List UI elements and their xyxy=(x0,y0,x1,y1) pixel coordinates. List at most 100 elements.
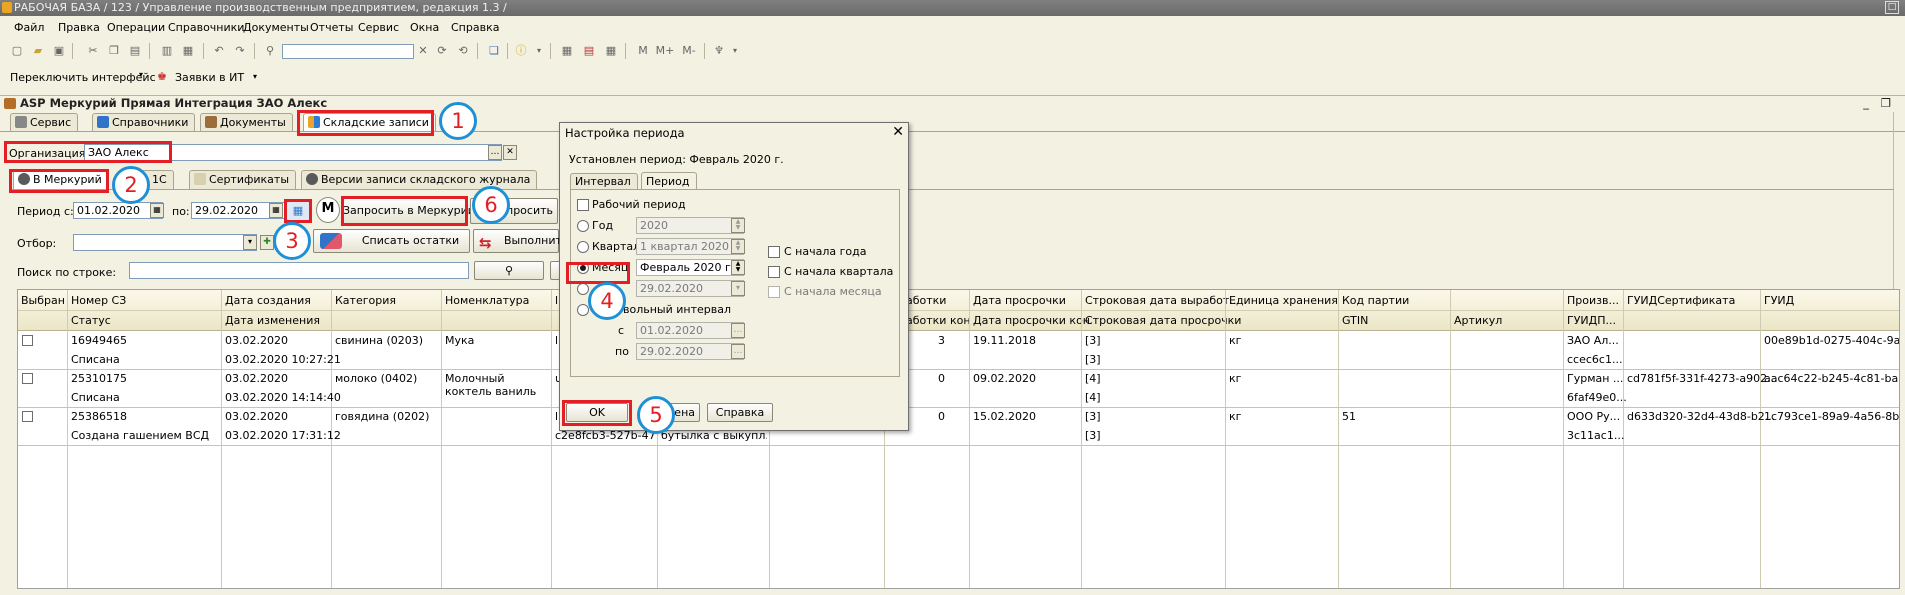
menu-file[interactable]: Файл xyxy=(14,21,44,34)
col-selected[interactable]: Выбран xyxy=(21,294,65,307)
m-icon[interactable]: M xyxy=(636,44,650,58)
month-input[interactable]: Февраль 2020 г. xyxy=(636,259,744,276)
undo-icon[interactable]: ↶ xyxy=(212,44,226,58)
col-lot[interactable]: Код партии xyxy=(1342,294,1409,307)
menu-edit[interactable]: Правка xyxy=(58,21,100,34)
search-icon[interactable]: ⚲ xyxy=(263,44,277,58)
year-spin-icon[interactable]: ▲ ▼ xyxy=(731,218,745,233)
col-number[interactable]: Номер СЗ xyxy=(71,294,126,307)
quarter-spin-icon[interactable]: ▲ ▼ xyxy=(731,239,745,254)
quarter-input[interactable]: 1 квартал 2020 г. xyxy=(636,238,744,255)
row-checkbox[interactable] xyxy=(22,411,33,422)
tab-certificates[interactable]: Сертификаты xyxy=(189,170,297,189)
tab-documents[interactable]: Документы xyxy=(200,113,293,132)
filter-dropdown-icon[interactable]: ▾ xyxy=(243,235,257,250)
arbitrary-radio[interactable] xyxy=(577,304,589,316)
restore-icon[interactable]: ❐ xyxy=(1881,96,1891,111)
switch-interface-button[interactable]: Переключить интерфейс xyxy=(10,71,156,84)
from-select-icon[interactable]: … xyxy=(731,323,745,338)
quarter-radio[interactable] xyxy=(577,241,589,253)
col-gtin[interactable]: GTIN xyxy=(1342,314,1368,327)
menu-help[interactable]: Справка xyxy=(451,21,499,34)
switch-interface-arrow-icon[interactable]: ▾ xyxy=(139,70,143,79)
col-status[interactable]: Статус xyxy=(71,314,111,327)
col-producer[interactable]: Произв... xyxy=(1567,294,1619,307)
filter-apply-icon[interactable]: ✚ xyxy=(260,235,274,250)
open-folder-icon[interactable]: ▰ xyxy=(31,44,45,58)
toolbar-search-input[interactable] xyxy=(282,44,414,59)
tab-service[interactable]: Сервис xyxy=(10,113,79,132)
window-maximize-icon[interactable]: □ xyxy=(1885,1,1899,14)
col-created[interactable]: Дата создания xyxy=(225,294,311,307)
col-article[interactable]: Артикул xyxy=(1454,314,1502,327)
info-icon[interactable]: ⓘ xyxy=(514,44,528,58)
tab-references[interactable]: Справочники xyxy=(92,113,196,132)
it-requests-button[interactable]: Заявки в ИТ xyxy=(175,71,244,84)
year-radio[interactable] xyxy=(577,220,589,232)
col-nomenclature[interactable]: Номенклатура xyxy=(445,294,529,307)
tools-dropdown-icon[interactable]: ▾ xyxy=(728,44,742,58)
tab-journal-versions[interactable]: Версии записи складского журнала xyxy=(301,170,538,189)
print-preview-icon[interactable]: ▦ xyxy=(181,44,195,58)
table-icon[interactable]: ▦ xyxy=(604,44,618,58)
from-year-start-checkbox[interactable] xyxy=(768,246,780,258)
paste-icon[interactable]: ▤ xyxy=(128,44,142,58)
execute-button[interactable]: ⇆ Выполнить xyxy=(473,229,568,253)
org-select-button[interactable]: … xyxy=(488,145,502,160)
dialog-tab-period[interactable]: Период xyxy=(641,172,697,190)
calculator-icon[interactable]: ▦ xyxy=(560,44,574,58)
working-period-checkbox[interactable] xyxy=(577,199,589,211)
m-plus-icon[interactable]: M+ xyxy=(655,44,675,58)
row-checkbox[interactable] xyxy=(22,335,33,346)
to-select-icon[interactable]: … xyxy=(731,344,745,359)
row-checkbox[interactable] xyxy=(22,373,33,384)
search-button[interactable]: ⚲ xyxy=(474,261,544,280)
m-minus-icon[interactable]: M- xyxy=(679,44,699,58)
col-guid-cert[interactable]: ГУИДСертификата xyxy=(1627,294,1735,307)
help-button[interactable]: Справка xyxy=(707,403,773,422)
day-radio[interactable] xyxy=(577,283,589,295)
col-category[interactable]: Категория xyxy=(335,294,396,307)
col-guidp[interactable]: ГУИДП... xyxy=(1567,314,1616,327)
new-icon[interactable]: ▢ xyxy=(10,44,24,58)
col-string-production[interactable]: Строковая дата выработ... xyxy=(1085,294,1240,307)
clear-icon[interactable]: ✕ xyxy=(416,44,430,58)
from-quarter-start-checkbox[interactable] xyxy=(768,266,780,278)
calendar-icon[interactable]: ▤ xyxy=(582,44,596,58)
day-input[interactable]: 29.02.2020 xyxy=(636,280,744,297)
filter-select[interactable] xyxy=(73,234,257,251)
windows-icon[interactable]: ❏ xyxy=(487,44,501,58)
find-prev-icon[interactable]: ⟲ xyxy=(456,44,470,58)
copy-icon[interactable]: ❐ xyxy=(107,44,121,58)
tools-icon[interactable]: ♆ xyxy=(712,44,726,58)
menu-documents[interactable]: Документы xyxy=(243,21,309,34)
minimize-icon[interactable]: _ xyxy=(1863,96,1869,111)
search-input[interactable] xyxy=(129,262,469,279)
menu-reports[interactable]: Отчеты xyxy=(310,21,353,34)
menu-windows[interactable]: Окна xyxy=(410,21,439,34)
col-production-end[interactable]: аботки кон xyxy=(906,314,971,327)
to-input[interactable]: 29.02.2020 xyxy=(636,343,744,360)
find-next-icon[interactable]: ⟳ xyxy=(435,44,449,58)
period-to-calendar-icon[interactable]: ▦ xyxy=(269,203,283,218)
col-guid[interactable]: ГУИД xyxy=(1764,294,1794,307)
from-input[interactable]: 01.02.2020 xyxy=(636,322,744,339)
redo-icon[interactable]: ↷ xyxy=(233,44,247,58)
dialog-close-icon[interactable]: ✕ xyxy=(892,124,904,140)
cut-icon[interactable]: ✂ xyxy=(86,44,100,58)
col-changed[interactable]: Дата изменения xyxy=(225,314,320,327)
save-icon[interactable]: ▣ xyxy=(52,44,66,58)
year-input[interactable]: 2020 xyxy=(636,217,744,234)
writeoff-button[interactable]: Списать остатки xyxy=(313,229,470,253)
col-production[interactable]: аботки xyxy=(906,294,946,307)
dialog-tab-interval[interactable]: Интервал xyxy=(570,173,638,190)
col-expiry[interactable]: Дата просрочки xyxy=(973,294,1066,307)
menu-references[interactable]: Справочники xyxy=(168,21,244,34)
from-month-start-checkbox[interactable] xyxy=(768,286,780,298)
col-unit[interactable]: Единица хранения xyxy=(1229,294,1338,307)
day-spin-icon[interactable]: ▾ xyxy=(731,281,745,296)
menu-service[interactable]: Сервис xyxy=(358,21,399,34)
menu-operations[interactable]: Операции xyxy=(107,21,165,34)
month-spin-icon[interactable]: ▲ ▼ xyxy=(731,260,745,275)
period-from-calendar-icon[interactable]: ▦ xyxy=(150,203,164,218)
